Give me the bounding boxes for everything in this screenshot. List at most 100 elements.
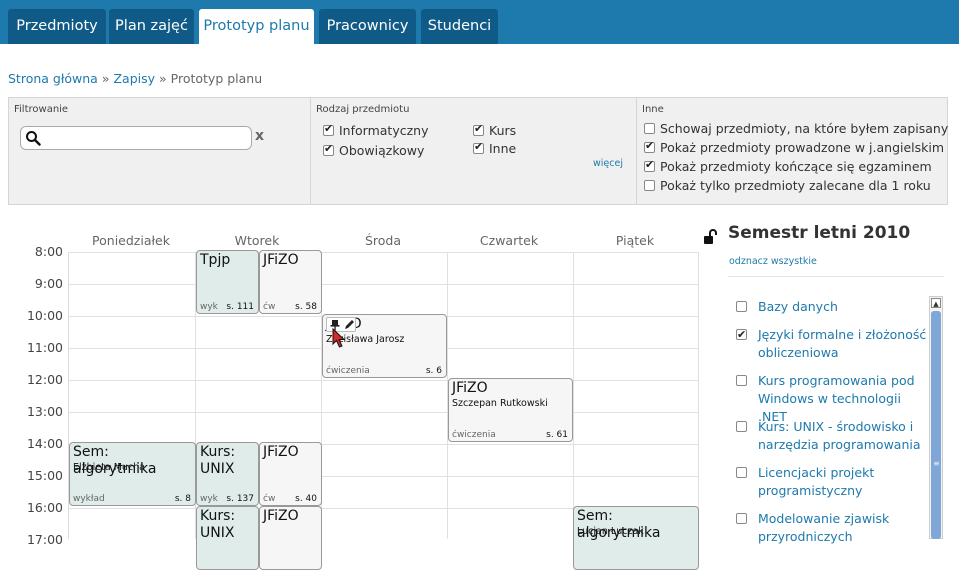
block-room: s. 6 bbox=[425, 366, 442, 376]
grid-line bbox=[69, 252, 699, 253]
tab-plan-zajec[interactable]: Plan zajęć bbox=[109, 9, 194, 44]
day-header: Poniedziałek bbox=[92, 233, 170, 248]
breadcrumb-separator: » bbox=[101, 71, 110, 86]
checkbox[interactable] bbox=[644, 180, 655, 191]
block-room: s. 137 bbox=[226, 494, 254, 504]
tab-pracownicy[interactable]: Pracownicy bbox=[319, 9, 416, 44]
breadcrumb-current: Prototyp planu bbox=[170, 71, 263, 86]
checkbox[interactable] bbox=[644, 123, 655, 134]
time-label: 10:00 bbox=[26, 308, 63, 323]
unselect-all-link[interactable]: odznacz wszystkie bbox=[729, 256, 817, 267]
schedule-block[interactable]: Sem: algorytmika Lucjan Łuczak bbox=[573, 506, 699, 570]
checkbox[interactable] bbox=[644, 139, 655, 153]
type-option-inne[interactable]: Inne bbox=[473, 140, 516, 156]
filter-type-title: Rodzaj przedmiotu bbox=[316, 104, 410, 115]
checkbox[interactable] bbox=[644, 158, 655, 172]
breadcrumb-separator: » bbox=[159, 71, 167, 86]
checkbox[interactable] bbox=[473, 122, 484, 136]
checkbox[interactable] bbox=[473, 140, 484, 154]
subject-label[interactable]: Modelowanie zjawisk przyrodniczych bbox=[758, 510, 928, 546]
block-name: Tpjp bbox=[200, 252, 231, 268]
schedule-block[interactable]: Kurs: UNIX bbox=[196, 506, 259, 570]
time-label: 17:00 bbox=[26, 532, 63, 547]
block-teacher: Szczepan Rutkowski bbox=[452, 398, 548, 409]
schedule-block[interactable]: JFiZO bbox=[259, 506, 322, 570]
subject-label[interactable]: Licencjacki projekt programistyczny bbox=[758, 464, 928, 500]
tab-studenci[interactable]: Studenci bbox=[421, 9, 498, 44]
subject-list-scrollbar[interactable]: ▲ ≡ bbox=[929, 296, 943, 539]
time-label: 8:00 bbox=[34, 244, 63, 259]
divider bbox=[728, 276, 944, 277]
filter-other-title: Inne bbox=[642, 104, 664, 115]
type-option-informatyczny[interactable]: Informatyczny bbox=[323, 122, 428, 138]
checkbox[interactable] bbox=[736, 513, 747, 524]
block-room: s. 61 bbox=[546, 430, 568, 440]
block-teacher: Elżbieta Mucha bbox=[73, 462, 145, 473]
filter-other-section: Inne Schowaj przedmioty, na które byłem … bbox=[636, 98, 948, 204]
scroll-up-arrow-icon[interactable]: ▲ bbox=[931, 298, 941, 308]
other-option-hide-enrolled[interactable]: Schowaj przedmioty, na które byłem zapis… bbox=[644, 121, 948, 136]
other-option-first-year[interactable]: Pokaż tylko przedmioty zalecane dla 1 ro… bbox=[644, 178, 931, 193]
subject-label[interactable]: Języki formalne i złożoność obliczeniowa bbox=[758, 326, 928, 362]
time-label: 13:00 bbox=[26, 404, 63, 419]
block-type: wyk bbox=[200, 494, 218, 504]
checkbox[interactable] bbox=[736, 301, 747, 312]
checkbox[interactable] bbox=[736, 375, 747, 386]
grid-line bbox=[69, 380, 699, 381]
block-name: JFiZO bbox=[263, 508, 299, 524]
block-room: s. 111 bbox=[226, 302, 254, 312]
schedule-block[interactable]: JFiZO Szczepan Rutkowski ćwiczenia s. 61 bbox=[448, 378, 573, 442]
block-name: Kurs: UNIX bbox=[200, 508, 236, 541]
schedule-block[interactable]: Sem: algorytmika Elżbieta Mucha wykład s… bbox=[69, 442, 196, 506]
checkbox[interactable] bbox=[323, 122, 334, 136]
tab-przedmioty[interactable]: Przedmioty bbox=[8, 9, 106, 44]
checkbox[interactable] bbox=[323, 142, 334, 156]
search-input[interactable] bbox=[43, 129, 251, 147]
schedule-block[interactable]: Kurs: UNIX wyk s. 137 bbox=[196, 442, 259, 506]
block-type: ćw bbox=[263, 494, 276, 504]
block-teacher: Lucjan Łuczak bbox=[577, 526, 644, 537]
schedule-block[interactable]: Tpjp wyk s. 111 bbox=[196, 250, 259, 314]
grip-icon: ≡ bbox=[933, 459, 940, 468]
day-header: Środa bbox=[364, 233, 402, 248]
type-option-kurs[interactable]: Kurs bbox=[473, 122, 516, 138]
schedule-block[interactable]: JFiZO ćw s. 58 bbox=[259, 250, 322, 314]
checkbox-label: Pokaż przedmioty kończące się egzaminem bbox=[660, 159, 932, 174]
time-label: 11:00 bbox=[26, 340, 63, 355]
time-label: 15:00 bbox=[26, 468, 63, 483]
search-box[interactable] bbox=[20, 126, 252, 150]
other-option-english[interactable]: Pokaż przedmioty prowadzone w j.angielsk… bbox=[644, 139, 944, 155]
checkbox[interactable] bbox=[736, 467, 747, 478]
subject-label[interactable]: Bazy danych bbox=[758, 298, 928, 316]
breadcrumb-home-link[interactable]: Strona główna bbox=[8, 71, 98, 86]
block-type: ćwiczenia bbox=[452, 430, 496, 440]
grid-line bbox=[69, 412, 699, 413]
schedule-block[interactable]: JFiZO ćw s. 40 bbox=[259, 442, 322, 506]
block-type: ćwiczenia bbox=[326, 366, 370, 376]
block-room: s. 8 bbox=[174, 494, 191, 504]
lock-open-icon[interactable] bbox=[703, 229, 717, 245]
checkbox-label: Schowaj przedmioty, na które byłem zapis… bbox=[660, 121, 949, 136]
other-option-exam[interactable]: Pokaż przedmioty kończące się egzaminem bbox=[644, 158, 932, 174]
block-type: wyk bbox=[200, 302, 218, 312]
grid-line bbox=[698, 252, 699, 539]
clear-search-button[interactable]: x bbox=[255, 128, 264, 144]
scroll-thumb[interactable]: ≡ bbox=[931, 311, 941, 539]
checkbox[interactable] bbox=[736, 326, 747, 344]
checkbox-label: Pokaż tylko przedmioty zalecane dla 1 ro… bbox=[660, 178, 931, 193]
top-nav-bar: Przedmioty Plan zajęć Prototyp planu Pra… bbox=[0, 0, 959, 44]
block-name: JFiZO bbox=[263, 252, 299, 268]
type-option-obowiazkowy[interactable]: Obowiązkowy bbox=[323, 142, 424, 158]
subject-label[interactable]: Kurs: UNIX - środowisko i narzędzia prog… bbox=[758, 418, 928, 454]
filter-search-title: Filtrowanie bbox=[14, 104, 69, 115]
checkbox[interactable] bbox=[736, 421, 747, 432]
more-types-link[interactable]: więcej bbox=[593, 158, 623, 169]
breadcrumb-enroll-link[interactable]: Zapisy bbox=[113, 71, 155, 86]
filter-type-section: Rodzaj przedmiotu Informatyczny Obowiązk… bbox=[310, 98, 630, 204]
pointer-cursor-icon bbox=[332, 328, 346, 348]
tab-prototyp-planu[interactable]: Prototyp planu bbox=[199, 9, 314, 44]
time-label: 14:00 bbox=[26, 436, 63, 451]
grid-line bbox=[69, 284, 699, 285]
day-header: Czwartek bbox=[479, 233, 539, 248]
search-icon bbox=[26, 131, 41, 146]
